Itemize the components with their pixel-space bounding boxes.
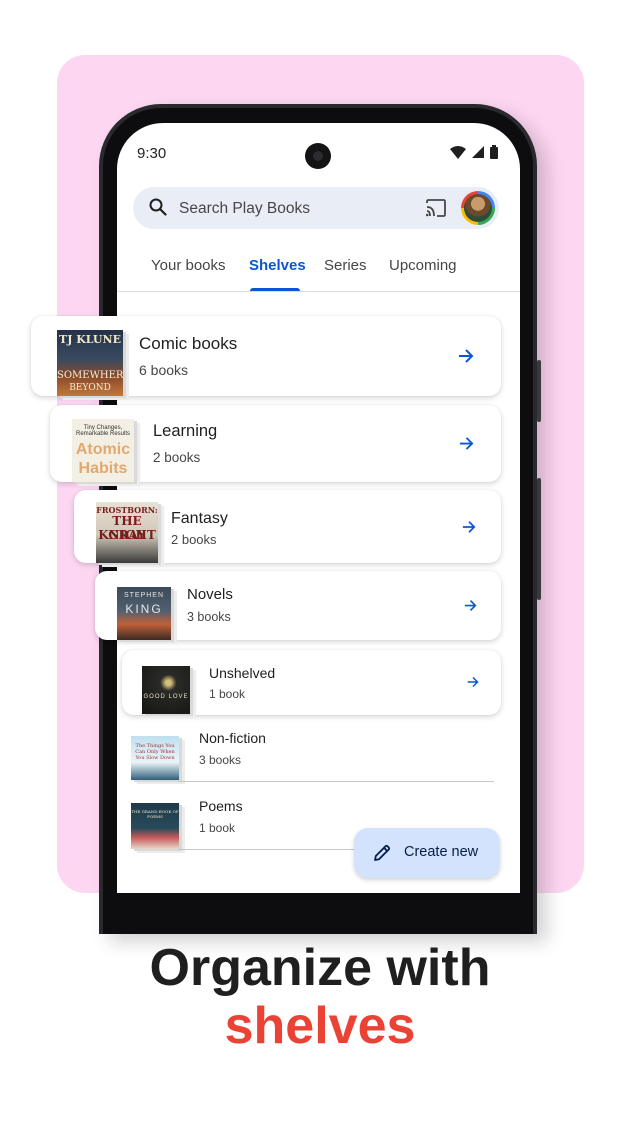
cover-title: SOMEWHERE xyxy=(57,370,123,381)
search-bar[interactable]: Search Play Books xyxy=(133,187,499,229)
cover-title: GOOD LOVE xyxy=(143,694,189,700)
wifi-icon xyxy=(450,145,466,159)
cover-author: TJ KLUNE xyxy=(59,333,121,346)
shelf-title: Novels xyxy=(187,586,233,603)
cover-title: BEYOND xyxy=(69,383,111,393)
arrow-forward-icon[interactable] xyxy=(467,676,479,688)
cover-author: STEPHEN xyxy=(123,592,165,599)
cover-author: KING xyxy=(125,602,163,616)
tab-shelves[interactable]: Shelves xyxy=(249,257,306,274)
search-input[interactable]: Search Play Books xyxy=(179,200,310,218)
shelf-title: Fantasy xyxy=(171,510,228,527)
shelf-count: 1 book xyxy=(209,687,246,701)
book-cover-non-fiction: The Things You Can Only When You Slow Do… xyxy=(131,736,179,780)
arrow-forward-icon[interactable] xyxy=(459,436,474,451)
cover-title: KNIGHT xyxy=(98,528,156,542)
shelf-row-non-fiction[interactable]: The Things You Can Only When You Slow Do… xyxy=(128,728,494,782)
arrow-forward-icon[interactable] xyxy=(462,520,476,534)
cover-title: Habits xyxy=(78,460,128,477)
phone-side-button xyxy=(537,360,541,422)
row-divider xyxy=(178,781,494,782)
search-icon[interactable] xyxy=(149,198,167,216)
cover-title: The Things You Can Only When You Slow Do… xyxy=(135,743,175,761)
cover-subtitle: Tiny Changes, Remarkable Results xyxy=(75,425,131,437)
tab-bar: Your books Shelves Series Upcoming xyxy=(117,251,520,292)
headline-line-2: shelves xyxy=(224,997,416,1055)
shelf-title: Non-fiction xyxy=(199,730,266,746)
shelf-count: 1 book xyxy=(199,821,236,835)
cover-title: THE GRAND BOOK OF POEMS xyxy=(131,809,179,819)
book-cover-poems: THE GRAND BOOK OF POEMS xyxy=(131,803,179,849)
shelf-count: 2 books xyxy=(171,532,217,547)
headline-line-1: Organize with xyxy=(149,939,491,997)
shelf-card-learning[interactable]: Tiny Changes, Remarkable Results Atomic … xyxy=(50,405,501,482)
signal-icon xyxy=(472,146,484,158)
shelf-card-comic-books[interactable]: TJ KLUNE SOMEWHERE BEYOND Comic books 6 … xyxy=(31,316,501,396)
shelf-count: 3 books xyxy=(199,753,242,767)
arrow-forward-icon[interactable] xyxy=(464,599,477,612)
shelf-card-unshelved[interactable]: GOOD LOVE Unshelved 1 book xyxy=(122,650,501,715)
create-new-label: Create new xyxy=(404,844,479,860)
shelf-count: 2 books xyxy=(153,450,201,465)
phone-volume-button xyxy=(537,478,541,600)
front-camera xyxy=(305,143,331,169)
create-new-button[interactable]: Create new xyxy=(354,828,500,878)
shelf-card-novels[interactable]: STEPHEN KING Novels 3 books xyxy=(95,571,501,640)
tab-your-books[interactable]: Your books xyxy=(151,257,226,274)
book-cover-frostborn: FROSTBORN: THE GRAY KNIGHT xyxy=(96,502,158,563)
cast-icon[interactable] xyxy=(425,199,447,217)
shelf-card-fantasy[interactable]: FROSTBORN: THE GRAY KNIGHT Fantasy 2 boo… xyxy=(74,490,501,563)
avatar[interactable] xyxy=(461,191,495,225)
shelf-title: Comic books xyxy=(139,334,238,353)
cover-title: Atomic xyxy=(75,441,131,458)
book-cover-somewhere-beyond: TJ KLUNE SOMEWHERE BEYOND xyxy=(57,330,123,396)
status-icons xyxy=(450,145,498,159)
shelf-title: Poems xyxy=(199,798,243,814)
tab-indicator xyxy=(250,288,300,291)
shelf-title: Unshelved xyxy=(209,665,276,681)
shelf-title: Learning xyxy=(153,422,218,440)
shelf-count: 3 books xyxy=(187,610,231,624)
book-cover-good-love: GOOD LOVE xyxy=(142,666,190,714)
shelf-count: 6 books xyxy=(139,362,189,378)
pencil-icon xyxy=(374,844,391,861)
battery-icon xyxy=(490,145,498,159)
tab-series[interactable]: Series xyxy=(324,257,367,274)
book-cover-atomic-habits: Tiny Changes, Remarkable Results Atomic … xyxy=(72,419,134,482)
avatar-photo xyxy=(464,194,492,222)
arrow-forward-icon[interactable] xyxy=(458,348,474,364)
book-cover-stephen-king: STEPHEN KING xyxy=(117,587,171,640)
tab-upcoming[interactable]: Upcoming xyxy=(389,257,457,274)
status-time: 9:30 xyxy=(137,145,167,162)
